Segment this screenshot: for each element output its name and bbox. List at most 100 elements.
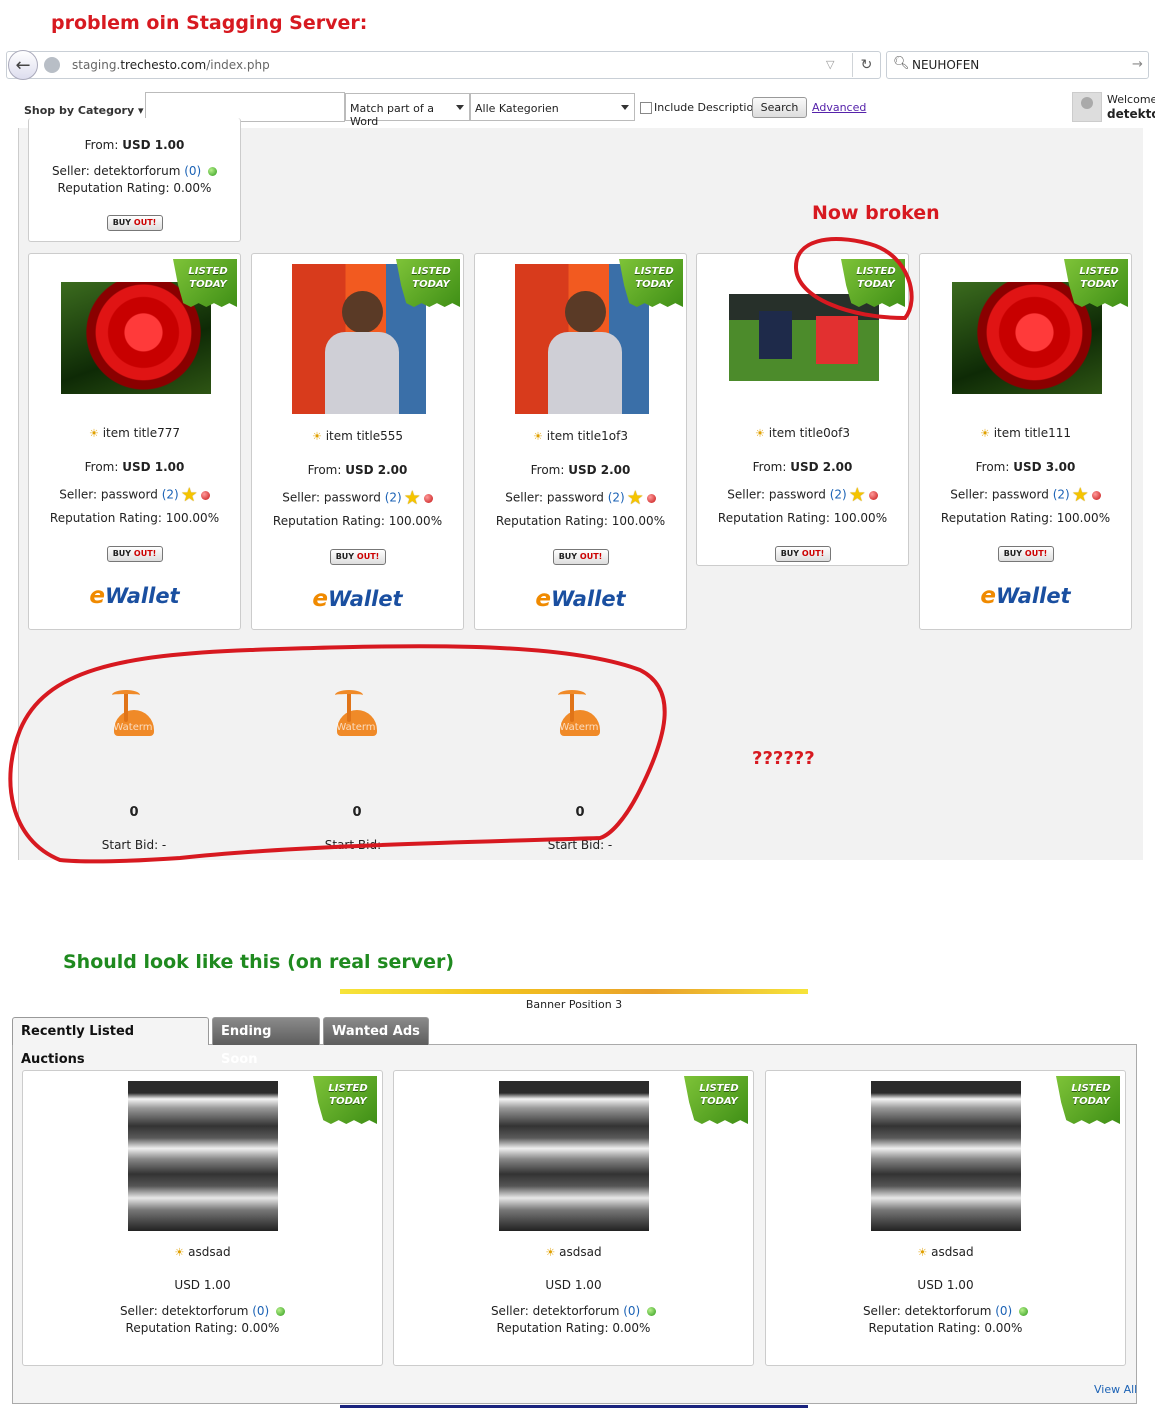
match-type-select[interactable]: Match part of a Word [345, 93, 470, 128]
star-icon: ★ [180, 484, 198, 506]
listing-card[interactable]: LISTED TODAY ☀ asdsad USD 1.00 Seller: detek… [22, 1070, 383, 1366]
should-look-annotation: Should look like this (on real server) [63, 951, 455, 973]
advanced-search-link[interactable]: Advanced [812, 101, 866, 114]
placeholder-island-icon[interactable]: Waterm [108, 688, 158, 746]
item-title[interactable]: item title0of3 [769, 426, 850, 440]
seller-status-icon [868, 490, 878, 500]
seller-feedback-count[interactable]: (0) [995, 1304, 1012, 1318]
url-text[interactable]: staging.trechesto.com/index.php [72, 58, 270, 72]
seller-feedback-count[interactable]: (2) [162, 488, 179, 502]
url-dropdown-icon[interactable]: ▽ [826, 58, 834, 71]
listing-card[interactable]: LISTED TODAY ☀ asdsad USD 1.00 Seller: detek… [393, 1070, 754, 1366]
listing-card[interactable]: LISTED TODAY ☀ item title111 From: USD 3.00… [919, 253, 1132, 630]
listing-card[interactable]: LISTED TODAY ☀ item title555 From: USD 2.00… [251, 253, 464, 630]
tab-recently-listed[interactable]: Recently Listed Auctions [12, 1017, 209, 1067]
banner-image[interactable] [340, 989, 808, 994]
seller-status-icon [646, 493, 656, 503]
reputation-rating: Reputation Rating: 0.00% [57, 181, 212, 195]
listed-today-badge: LISTED TODAY [1056, 1076, 1120, 1124]
seller-name[interactable]: detektorforum [905, 1304, 992, 1318]
seller-feedback-count[interactable]: (2) [1053, 488, 1070, 502]
item-title[interactable]: asdsad [931, 1245, 973, 1259]
sunrise-icon: ☀ [533, 430, 543, 443]
dropdown-arrow-icon [456, 105, 464, 110]
reload-button[interactable]: ↻ [852, 53, 880, 77]
listing-card[interactable]: LISTED TODAY ☀ item title0of3 From: USD 2.0… [696, 253, 909, 566]
item-title[interactable]: item title777 [103, 426, 180, 440]
listing-card[interactable]: LISTED TODAY ☀ item title777 From: USD 1.00… [28, 253, 241, 630]
listing-card[interactable]: LISTED TODAY ☀ item title1of3 From: USD 2.0… [474, 253, 687, 630]
seller-feedback-count[interactable]: (2) [608, 491, 625, 505]
buy-out-button[interactable]: BUY OUT! [552, 549, 609, 565]
start-bid: Start Bid: - [547, 838, 613, 852]
buy-out-button[interactable]: BUY OUT! [329, 549, 386, 565]
seller-name[interactable]: detektorforum [162, 1304, 249, 1318]
seller-name[interactable]: detektorforum [94, 164, 181, 178]
search-button[interactable]: Search [752, 97, 807, 118]
back-arrow-icon: ← [15, 54, 31, 76]
item-image[interactable] [871, 1081, 1021, 1231]
seller-name[interactable]: password [324, 491, 381, 505]
placeholder-island-icon[interactable]: Waterm [331, 688, 381, 746]
sunrise-icon: ☀ [89, 427, 99, 440]
seller-status-icon [200, 490, 210, 500]
seller-status-icon [1091, 490, 1101, 500]
item-title[interactable]: item title555 [326, 429, 403, 443]
reputation-rating: Reputation Rating: 0.00% [868, 1321, 1023, 1335]
reputation-rating: Reputation Rating: 0.00% [125, 1321, 280, 1335]
tab-ending-soon[interactable]: Ending Soon [212, 1017, 320, 1067]
item-image[interactable] [128, 1081, 278, 1231]
seller-status-icon [423, 493, 433, 503]
seller-name[interactable]: password [101, 488, 158, 502]
listing-card[interactable]: LISTED TODAY ☀ asdsad USD 1.00 Seller: detek… [765, 1070, 1126, 1366]
site-identity-icon[interactable] [44, 57, 60, 73]
item-title[interactable]: asdsad [559, 1245, 601, 1259]
seller-name[interactable]: detektorforum [533, 1304, 620, 1318]
item-price: USD 1.00 [122, 460, 185, 474]
seller-name[interactable]: password [547, 491, 604, 505]
tab-wanted-ads[interactable]: Wanted Ads [323, 1017, 429, 1045]
seller-status-icon [208, 167, 218, 176]
soccer-image[interactable] [728, 294, 879, 381]
browser-search-input[interactable]: NEUHOFEN [912, 58, 979, 72]
username-link[interactable]: detekto [1107, 107, 1155, 121]
back-button[interactable]: ← [8, 50, 38, 80]
item-count: 0 [575, 805, 585, 820]
item-image[interactable] [499, 1081, 649, 1231]
sunrise-icon: ☀ [980, 427, 990, 440]
placeholder-island-icon[interactable]: Waterm [554, 688, 604, 746]
avatar[interactable] [1072, 92, 1102, 122]
seller-name[interactable]: password [992, 488, 1049, 502]
reputation-rating: Reputation Rating: 100.00% [717, 511, 888, 525]
item-price: USD 2.00 [790, 460, 853, 474]
buy-out-button[interactable]: BUY OUT! [997, 546, 1054, 562]
seller-feedback-count[interactable]: (0) [252, 1304, 269, 1318]
star-icon: ★ [403, 487, 421, 509]
item-title[interactable]: item title111 [994, 426, 1071, 440]
shop-by-category-menu[interactable]: Shop by Category ▾ [24, 104, 144, 117]
star-icon: ★ [1071, 484, 1089, 506]
item-count: 0 [352, 805, 362, 820]
start-bid: Start Bid: - [101, 838, 167, 852]
listing-card[interactable]: From: USD 1.00 Seller: detektorforum (0)… [28, 118, 241, 242]
welcome-text: Welcome [1107, 93, 1155, 106]
buy-out-button[interactable]: BUY OUT! [106, 215, 163, 231]
seller-feedback-count[interactable]: (2) [830, 488, 847, 502]
item-title[interactable]: item title1of3 [547, 429, 628, 443]
category-select[interactable]: Alle Kategorien [470, 93, 635, 121]
search-go-icon[interactable]: → [1132, 57, 1143, 72]
ewallet-logo: eWallet [535, 586, 626, 612]
include-description-checkbox[interactable] [640, 102, 652, 114]
buy-out-button[interactable]: BUY OUT! [106, 546, 163, 562]
reputation-rating: Reputation Rating: 0.00% [496, 1321, 651, 1335]
reputation-rating: Reputation Rating: 100.00% [940, 511, 1111, 525]
item-title[interactable]: asdsad [188, 1245, 230, 1259]
view-all-link[interactable]: View All [1094, 1383, 1137, 1396]
buy-out-button[interactable]: BUY OUT! [774, 546, 831, 562]
listed-today-badge: LISTED TODAY [173, 259, 237, 307]
seller-feedback-count[interactable]: (0) [623, 1304, 640, 1318]
chevron-down-icon: ▾ [137, 104, 144, 117]
seller-feedback-count[interactable]: (2) [385, 491, 402, 505]
item-price: USD 3.00 [1013, 460, 1076, 474]
seller-name[interactable]: password [769, 488, 826, 502]
